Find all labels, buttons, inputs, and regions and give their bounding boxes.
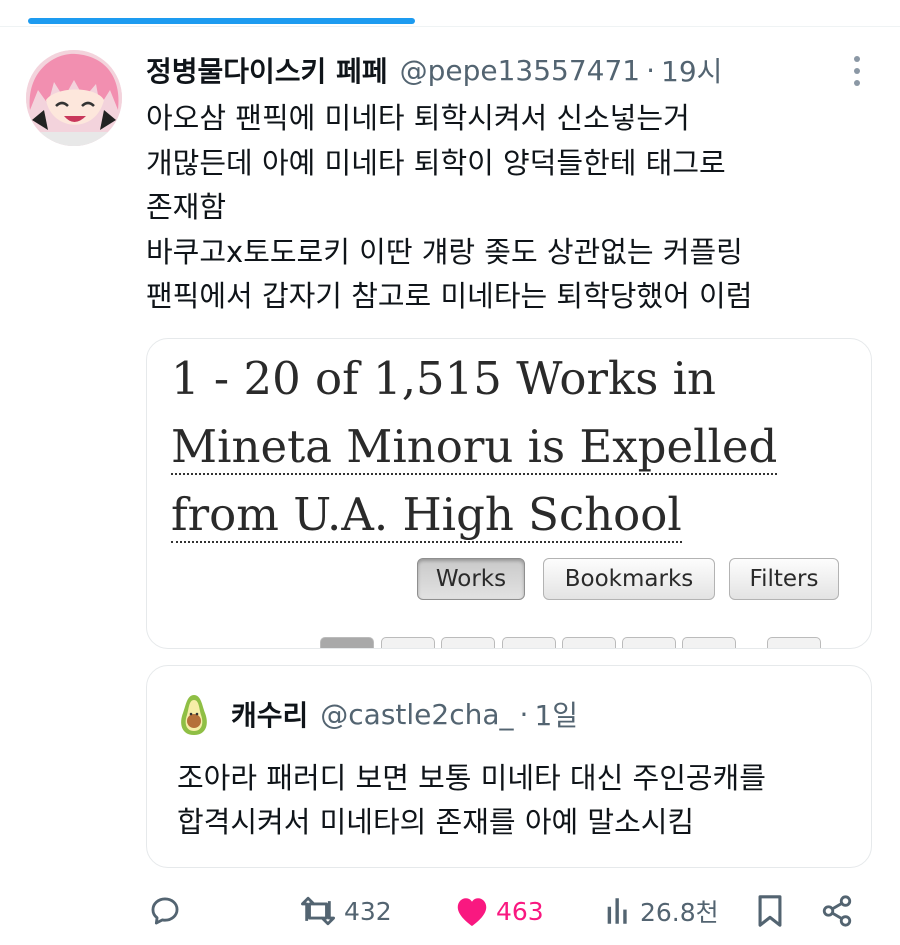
ao3-tag-line: from U.A. High School [171,488,682,543]
ao3-page-box [682,637,736,648]
bookmark-button[interactable] [756,888,784,934]
like-button[interactable]: 463 [454,888,544,934]
quote-text: 조아라 패러디 보면 보통 미네타 대신 주인공캐를 합격시켜서 미네타의 존재… [177,756,766,844]
tweet-text-line: 존재함 [146,190,227,224]
like-count: 463 [496,896,544,926]
avocado-avatar[interactable] [177,693,211,737]
quote-header: 캐수리 @castle2cha_ · 1일 [231,694,578,734]
quote-author-handle[interactable]: @castle2cha_ [320,698,513,731]
quote-tweet[interactable]: 캐수리 @castle2cha_ · 1일 조아라 패러디 보면 보통 미네타 … [146,665,872,868]
author-handle[interactable]: @pepe13557471 [400,54,641,87]
views-button[interactable]: 26.8천 [604,888,719,934]
ao3-page-box [381,637,435,648]
quote-time[interactable]: 1일 [534,694,578,734]
ao3-bookmarks-button: Bookmarks [543,558,715,600]
bookmark-icon [758,895,782,927]
ao3-page-box [767,637,821,648]
quote-author-name[interactable]: 캐수리 [231,694,308,734]
ao3-tag-line: Mineta Minoru is Expelled [171,420,778,475]
reply-icon [151,897,179,925]
top-divider [0,26,900,27]
ao3-page-box [562,637,616,648]
retweet-button[interactable]: 432 [298,888,392,934]
ao3-page-box [441,637,495,648]
more-options-icon[interactable] [850,56,864,90]
video-progress-bar[interactable] [28,18,415,24]
media-image[interactable]: 1 - 20 of 1,515 Works in Mineta Minoru i… [146,338,872,649]
heart-icon [457,898,487,926]
views-count: 26.8천 [640,898,719,927]
ao3-heading: 1 - 20 of 1,515 Works in Mineta Minoru i… [171,345,778,549]
views-icon [607,898,627,924]
ao3-page-box [320,637,374,648]
video-progress-fill [28,18,415,24]
tweet-text-line: 팬픽에서 갑자기 참고로 미네타는 퇴학당했어 이럼 [146,279,753,313]
tweet-text-line: 아오삼 팬픽에 미네타 퇴학시켜서 신소넣는거 [146,101,690,135]
tweet-text: 아오삼 팬픽에 미네타 퇴학시켜서 신소넣는거 개많든데 아예 미네타 퇴학이 … [146,96,876,319]
share-button[interactable] [820,888,854,934]
author-name[interactable]: 정병물다이스키 페페 [146,50,388,90]
ao3-page-box [502,637,556,648]
quote-text-line: 합격시켜서 미네타의 존재를 아예 말소시킴 [177,805,695,839]
tweet-text-line: 바쿠고x토도로키 이딴 걔랑 좆도 상관없는 커플링 [146,234,743,269]
separator-dot: · [519,697,529,731]
action-bar: 432 463 26.8천 [0,888,900,934]
tweet-time[interactable]: 19시 [661,50,722,90]
tweet-text-line: 개많든데 아예 미네타 퇴학이 양덕들한테 태그로 [146,145,726,180]
tweet-header: 정병물다이스키 페페 @pepe13557471 · 19시 [146,50,722,90]
quote-text-line: 조아라 패러디 보면 보통 미네타 대신 주인공캐를 [177,761,766,795]
reply-button[interactable] [148,888,182,934]
retweet-icon [301,896,336,926]
separator-dot: · [646,53,656,87]
share-icon [822,895,852,927]
retweet-count: 432 [344,896,392,926]
avatar[interactable] [26,50,122,146]
ao3-works-button: Works [417,558,525,600]
ao3-results-count: 1 - 20 of 1,515 Works in [171,352,717,405]
ao3-page-box [622,637,676,648]
ao3-filters-button: Filters [729,558,839,600]
